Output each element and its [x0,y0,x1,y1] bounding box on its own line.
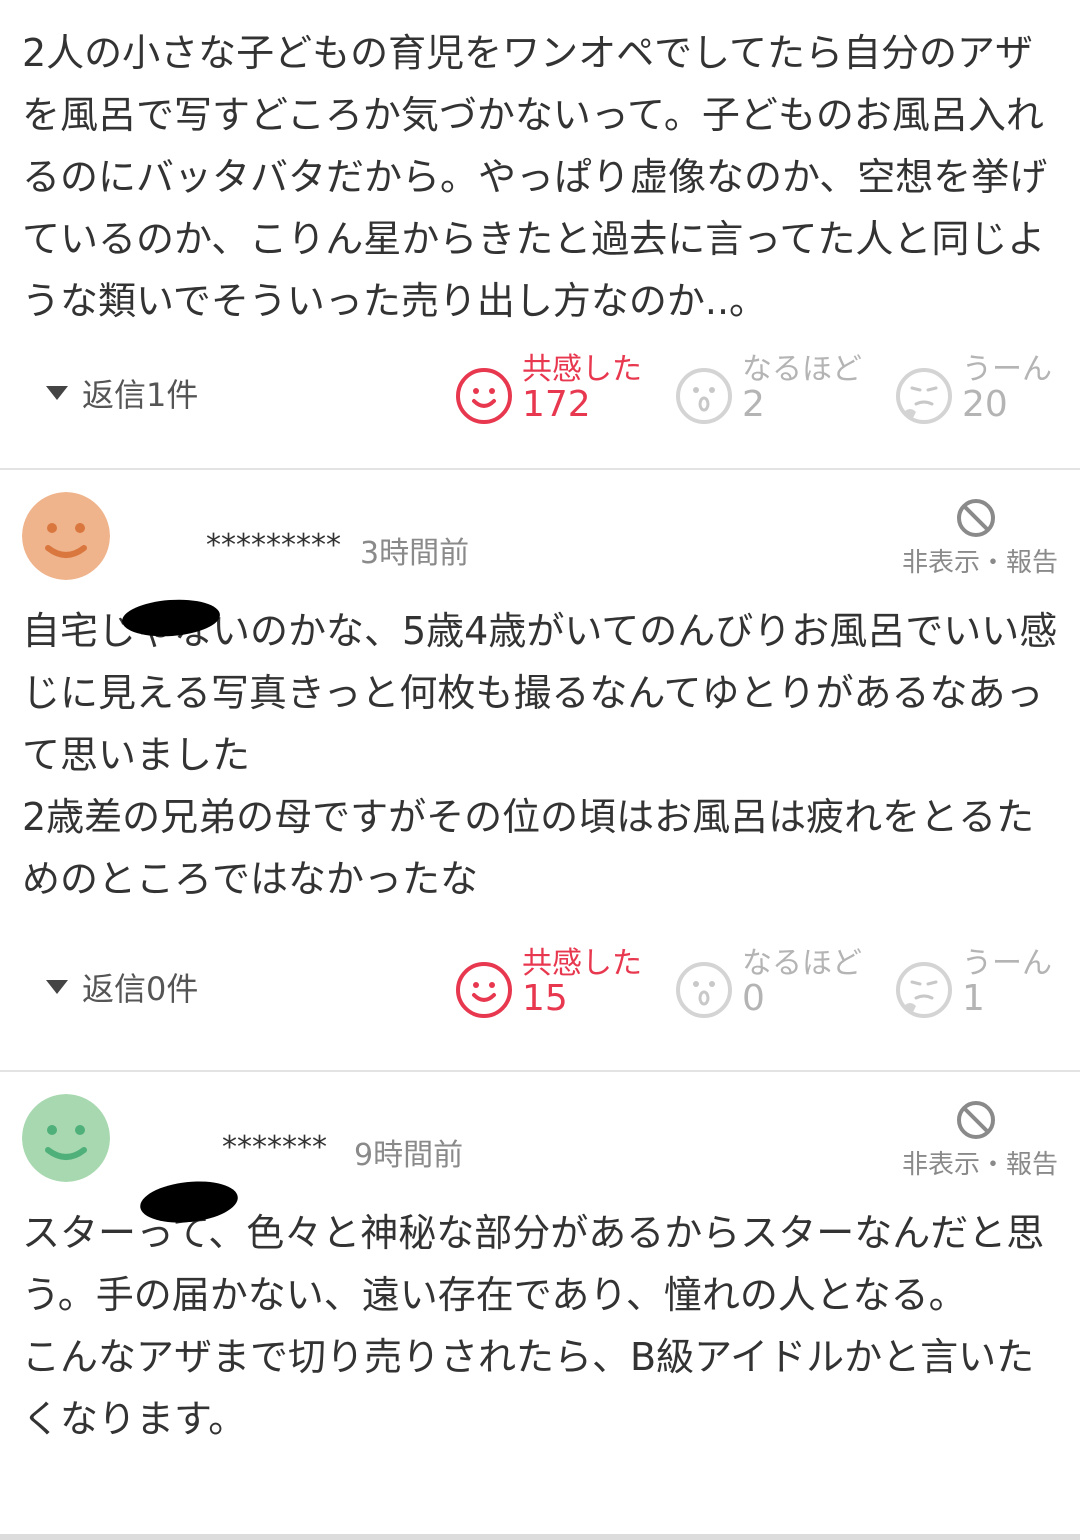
comment-body: スターって、色々と神秘な部分があるからスターなんだと思う。手の届かない、遠い存在… [22,1211,1045,1441]
timestamp: 3時間前 [360,536,470,571]
comment-body: 2人の小さな子どもの育児をワンオペでしてたら自分のアザを風呂で写すどころか気づか… [22,31,1048,323]
triangle-down-icon [46,980,68,994]
reply-count: 返信1件 [82,376,199,414]
bottom-edge [0,1534,1080,1540]
empathy-count: 15 [522,978,568,1019]
empathy-label: 共感した [522,946,642,981]
comment-body: 自宅じゃないのかな、5歳4歳がいてのんびりお風呂でいい感じに見える写真きっと何枚… [22,609,1058,901]
hide-report-label: 非表示・報告 [901,548,1058,578]
comment-card: 2人の小さな子どもの育児をワンオペでしてたら自分のアザを風呂で写すどころか気づか… [0,0,1080,468]
naruhodo-label: なるほど [742,352,862,387]
comment-card: ********* 3時間前 非表示・報告 自宅じゃないのかな、5歳4歳がいての… [0,470,1080,1070]
thinking-face-icon [896,962,952,1018]
comment-actions: 返信0件 共感した 15 なるほど 0 うーん 1 [0,910,1080,1070]
naruhodo-count: 0 [742,978,765,1019]
reply-toggle[interactable]: 返信1件 [46,370,198,416]
hide-report-button[interactable]: 非表示・報告 [888,1100,1058,1184]
prohibited-icon [957,1101,995,1139]
comment-card: ******* 9時間前 非表示・報告 スターって、色々と神秘な部分があるからス… [0,1072,1080,1450]
comment-header: ********* 3時間前 非表示・報告 [0,470,1080,600]
hide-report-button[interactable]: 非表示・報告 [888,498,1058,582]
prohibited-icon [957,499,995,537]
empathy-label: 共感した [522,352,642,387]
thinking-face-icon [896,368,952,424]
triangle-down-icon [46,386,68,400]
uun-count: 1 [962,978,985,1019]
empathy-count: 172 [522,384,591,425]
timestamp: 9時間前 [354,1138,464,1173]
uun-label: うーん [962,946,1052,981]
avatar [22,1094,110,1182]
reply-toggle[interactable]: 返信0件 [46,964,198,1010]
naruhodo-label: なるほど [742,946,862,981]
uun-label: うーん [962,352,1052,387]
surprised-face-icon [676,368,732,424]
smile-icon [456,368,512,424]
reply-count: 返信0件 [82,970,199,1008]
user-id[interactable]: ******* [222,1130,327,1165]
hide-report-label: 非表示・報告 [901,1150,1058,1180]
naruhodo-count: 2 [742,384,765,425]
comment-actions: 返信1件 共感した 172 なるほど 2 うーん 20 [0,332,1080,468]
user-id[interactable]: ********* [206,528,341,563]
comment-header: ******* 9時間前 非表示・報告 [0,1072,1080,1202]
surprised-face-icon [676,962,732,1018]
smile-icon [456,962,512,1018]
uun-count: 20 [962,384,1008,425]
avatar [22,492,110,580]
